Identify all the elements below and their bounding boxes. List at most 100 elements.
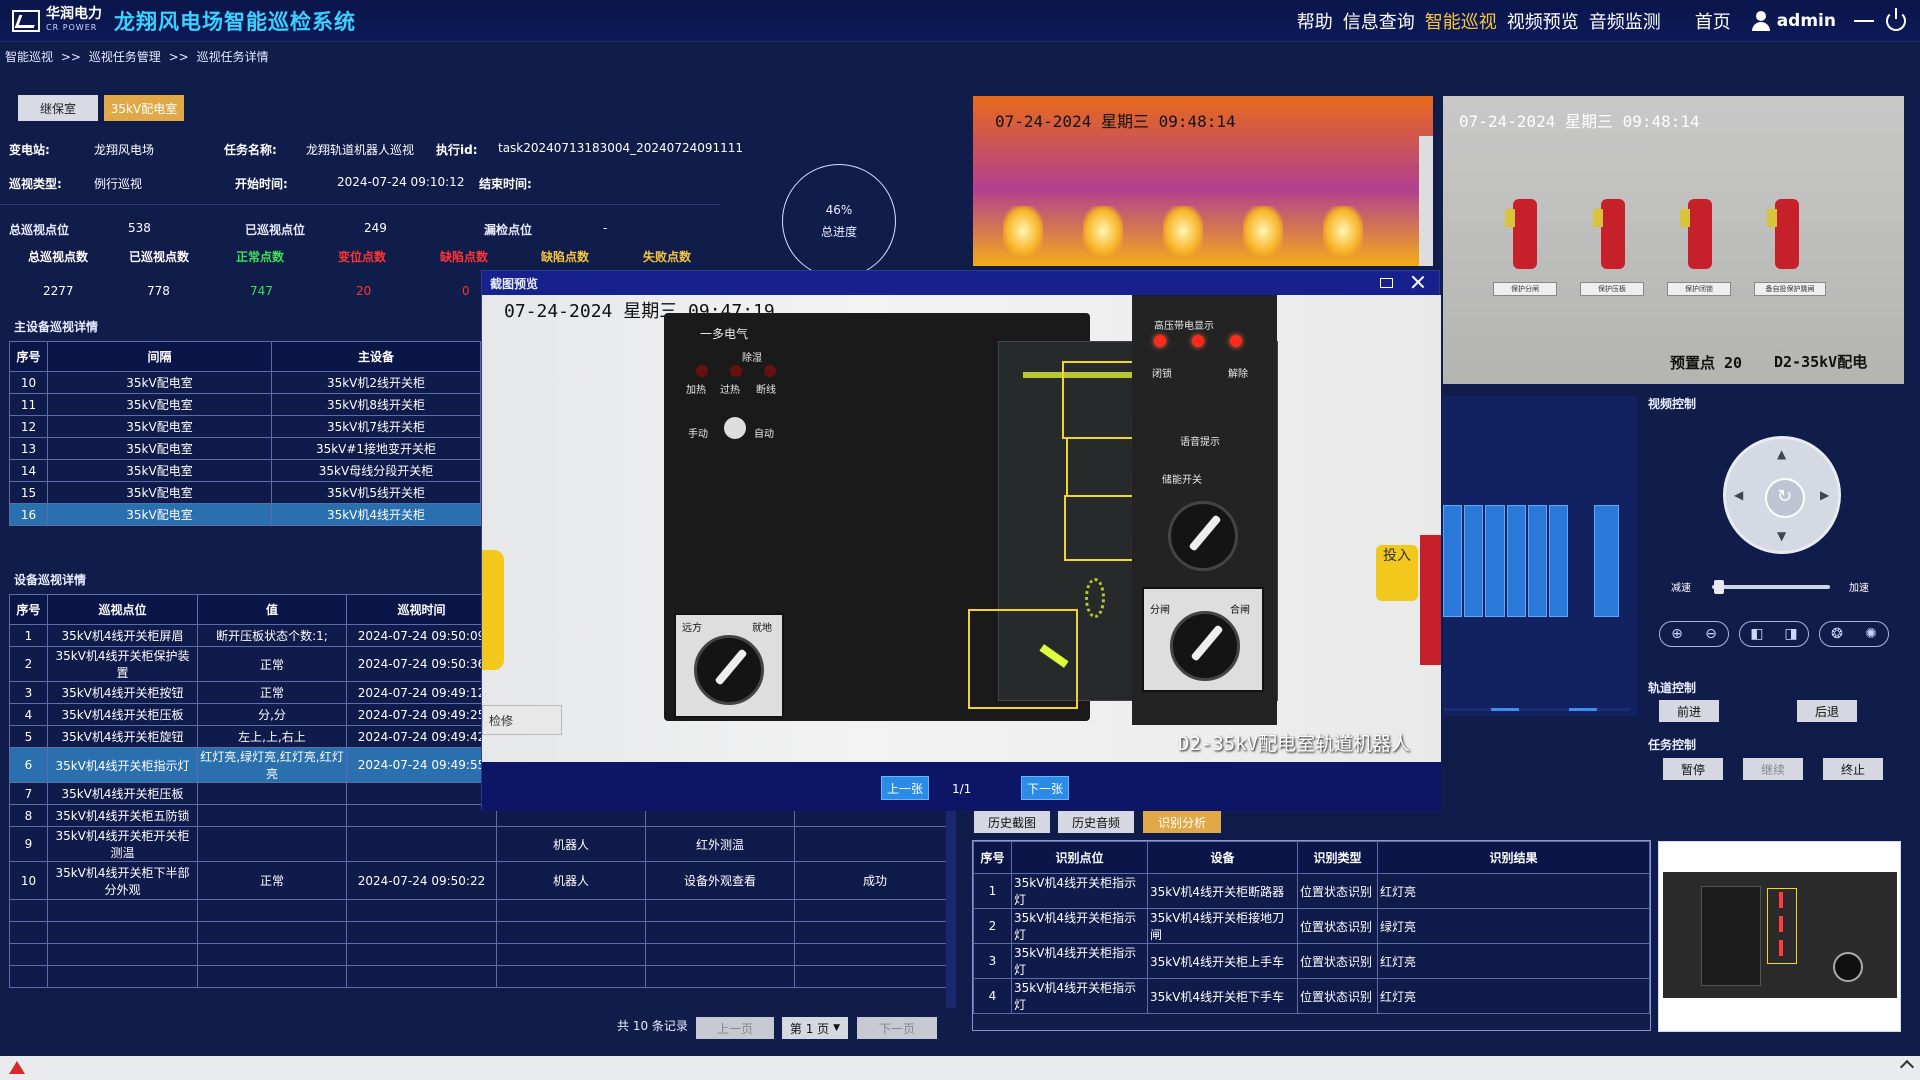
thermal-camera-view[interactable]: 07-24-2024 星期三 09:48:14 (973, 96, 1433, 266)
cabinet-box[interactable] (1594, 505, 1619, 617)
nav-audio-monitor[interactable]: 音频监测 (1589, 8, 1661, 34)
next-image-button[interactable]: 下一张 (1021, 776, 1069, 800)
prev-page-button[interactable]: 上一页 (696, 1017, 774, 1039)
table-row[interactable]: 16 35kV配电室 35kV机4线开关柜 (9, 503, 481, 526)
arrow-right-icon[interactable]: ▶ (1820, 488, 1829, 502)
panel-label: 手动 (688, 429, 708, 440)
ptz-reset-button[interactable]: ↻ (1765, 478, 1805, 518)
nav-info-query[interactable]: 信息查询 (1343, 8, 1415, 34)
stat-col-total: 总巡视点数 (28, 250, 89, 264)
table-cell: 35kV机4线开关柜五防锁 (47, 804, 198, 827)
col-header: 识别结果 (1377, 841, 1650, 874)
cabinet-box[interactable] (1443, 505, 1463, 617)
ptz-control[interactable]: ▲ ▼ ◀ ▶ ↻ (1723, 436, 1841, 554)
cabinet-box[interactable] (1548, 505, 1569, 617)
warning-icon[interactable] (9, 1061, 25, 1074)
col-header: 识别类型 (1297, 841, 1378, 874)
table-cell: 10 (9, 861, 48, 900)
visible-camera-view[interactable]: 07-24-2024 星期三 09:48:14 保护分闸 保护压板 保护闭锁 备… (1443, 96, 1904, 384)
table-row[interactable]: 12 35kV配电室 35kV机7线开关柜 (9, 415, 481, 438)
speed-slider-knob[interactable] (1714, 580, 1724, 594)
user-icon[interactable] (1751, 11, 1771, 31)
maximize-icon[interactable] (1380, 278, 1393, 288)
iris-open-icon[interactable]: ❂ (1831, 626, 1843, 642)
speed-slider[interactable] (1712, 580, 1830, 594)
nav-video-preview[interactable]: 视频预览 (1507, 8, 1579, 34)
phase-b-led (1192, 335, 1204, 347)
stat-shift-value: 20 (356, 284, 372, 298)
table-cell: 5 (9, 725, 48, 748)
zoom-control[interactable]: ⊕ ⊖ (1659, 621, 1729, 647)
progress-label: 总进度 (820, 225, 857, 239)
focus-far-icon[interactable]: ◨ (1784, 626, 1797, 642)
zoom-in-icon[interactable]: ⊕ (1671, 626, 1683, 642)
app-title: 龙翔风电场智能巡检系统 (114, 9, 356, 34)
table-cell: 3 (9, 681, 48, 704)
nav-help[interactable]: 帮助 (1297, 8, 1333, 34)
iris-close-icon[interactable]: ✺ (1865, 626, 1877, 642)
device-plaque: 保护闭锁 (1667, 282, 1731, 296)
chevron-up-icon[interactable] (1899, 1059, 1915, 1075)
screenshot-thumbnail[interactable] (1658, 841, 1901, 1032)
table-cell: 35kV机4线开关柜压板 (47, 782, 198, 805)
resume-button[interactable]: 继续 (1743, 758, 1803, 780)
breadcrumb-item[interactable]: 智能巡视 (5, 50, 53, 64)
exec-label: 执行id: (436, 143, 478, 157)
table-row[interactable]: 1 35kV机4线开关柜指示灯 35kV机4线开关柜断路器 位置状态识别 红灯亮 (973, 873, 1650, 909)
stat-total-value: 2277 (43, 284, 74, 298)
nav-smart-patrol[interactable]: 智能巡视 (1425, 8, 1497, 34)
tab-history-audio[interactable]: 历史音频 (1058, 811, 1134, 833)
table-cell: 位置状态识别 (1297, 943, 1378, 979)
table-row[interactable]: 2 35kV机4线开关柜指示灯 35kV机4线开关柜接地刀闸 位置状态识别 绿灯亮 (973, 908, 1650, 944)
cabinet-box[interactable] (1506, 505, 1526, 617)
cabinet-box[interactable] (1485, 505, 1505, 617)
cabinet-box[interactable] (1527, 505, 1547, 617)
table-row[interactable]: 14 35kV配电室 35kV母线分段开关柜 (9, 459, 481, 482)
table-cell: 13 (9, 437, 48, 460)
table-row[interactable]: 3 35kV机4线开关柜指示灯 35kV机4线开关柜上手车 位置状态识别 红灯亮 (973, 943, 1650, 979)
total-progress-ring: 46% 总进度 (782, 164, 896, 278)
arrow-up-icon[interactable]: ▲ (1777, 447, 1786, 461)
nav-home[interactable]: 首页 (1695, 8, 1731, 34)
arrow-down-icon[interactable]: ▼ (1777, 529, 1786, 543)
prev-image-button[interactable]: 上一张 (881, 776, 929, 800)
table-cell: 分,分 (197, 703, 347, 726)
power-icon[interactable] (1886, 8, 1906, 31)
tab-history-screenshot[interactable]: 历史截图 (974, 811, 1050, 833)
zoom-out-icon[interactable]: ⊖ (1705, 626, 1717, 642)
table-row[interactable]: 10 35kV配电室 35kV机2线开关柜 (9, 371, 481, 394)
table-row[interactable]: 4 35kV机4线开关柜指示灯 35kV机4线开关柜下手车 位置状态识别 红灯亮 (973, 978, 1650, 1014)
focus-near-icon[interactable]: ◧ (1750, 626, 1763, 642)
page-select[interactable]: 第 1 页 ▼ (782, 1017, 848, 1039)
table-cell: 35kV机4线开关柜指示灯 (1011, 943, 1148, 979)
camera-timestamp: 07-24-2024 星期三 09:48:14 (1459, 112, 1700, 131)
tab-relay-room[interactable]: 继保室 (18, 95, 98, 121)
table-row[interactable]: 15 35kV配电室 35kV机5线开关柜 (9, 481, 481, 504)
table-cell (197, 804, 347, 827)
stat-normal-value: 747 (250, 284, 273, 298)
next-page-button[interactable]: 下一页 (857, 1017, 937, 1039)
forward-button[interactable]: 前进 (1659, 700, 1719, 722)
table-row[interactable]: 9 35kV机4线开关柜开关柜测温 机器人 红外测温 (9, 826, 956, 862)
iris-control[interactable]: ❂ ✺ (1819, 621, 1889, 647)
user-name[interactable]: admin (1777, 11, 1836, 31)
focus-control[interactable]: ◧ ◨ (1739, 621, 1809, 647)
back-button[interactable]: 后退 (1797, 700, 1857, 722)
table-row[interactable]: 13 35kV配电室 35kV#1接地变开关柜 (9, 437, 481, 460)
table-cell: 35kV机4线开关柜 (271, 503, 481, 526)
tab-35kv-room[interactable]: 35kV配电室 (104, 95, 184, 121)
tab-recognition-analysis[interactable]: 识别分析 (1143, 811, 1221, 833)
device-detail-title: 设备巡视详情 (14, 573, 87, 587)
breadcrumb-item[interactable]: 巡视任务管理 (89, 50, 161, 64)
table-cell: 35kV机4线开关柜指示灯 (1011, 978, 1148, 1014)
device-indicator (1680, 199, 1712, 269)
arrow-left-icon[interactable]: ◀ (1734, 488, 1743, 502)
stop-button[interactable]: 终止 (1823, 758, 1883, 780)
table-row[interactable]: 11 35kV配电室 35kV机8线开关柜 (9, 393, 481, 416)
close-icon[interactable] (1411, 275, 1425, 289)
cabinet-box[interactable] (1464, 505, 1484, 617)
maintenance-label: 检修 (489, 714, 514, 728)
table-row[interactable]: 10 35kV机4线开关柜下半部分外观 正常 2024-07-24 09:50:22 机… (9, 861, 956, 900)
pause-button[interactable]: 暂停 (1663, 758, 1723, 780)
minimize-icon[interactable] (1854, 20, 1874, 22)
